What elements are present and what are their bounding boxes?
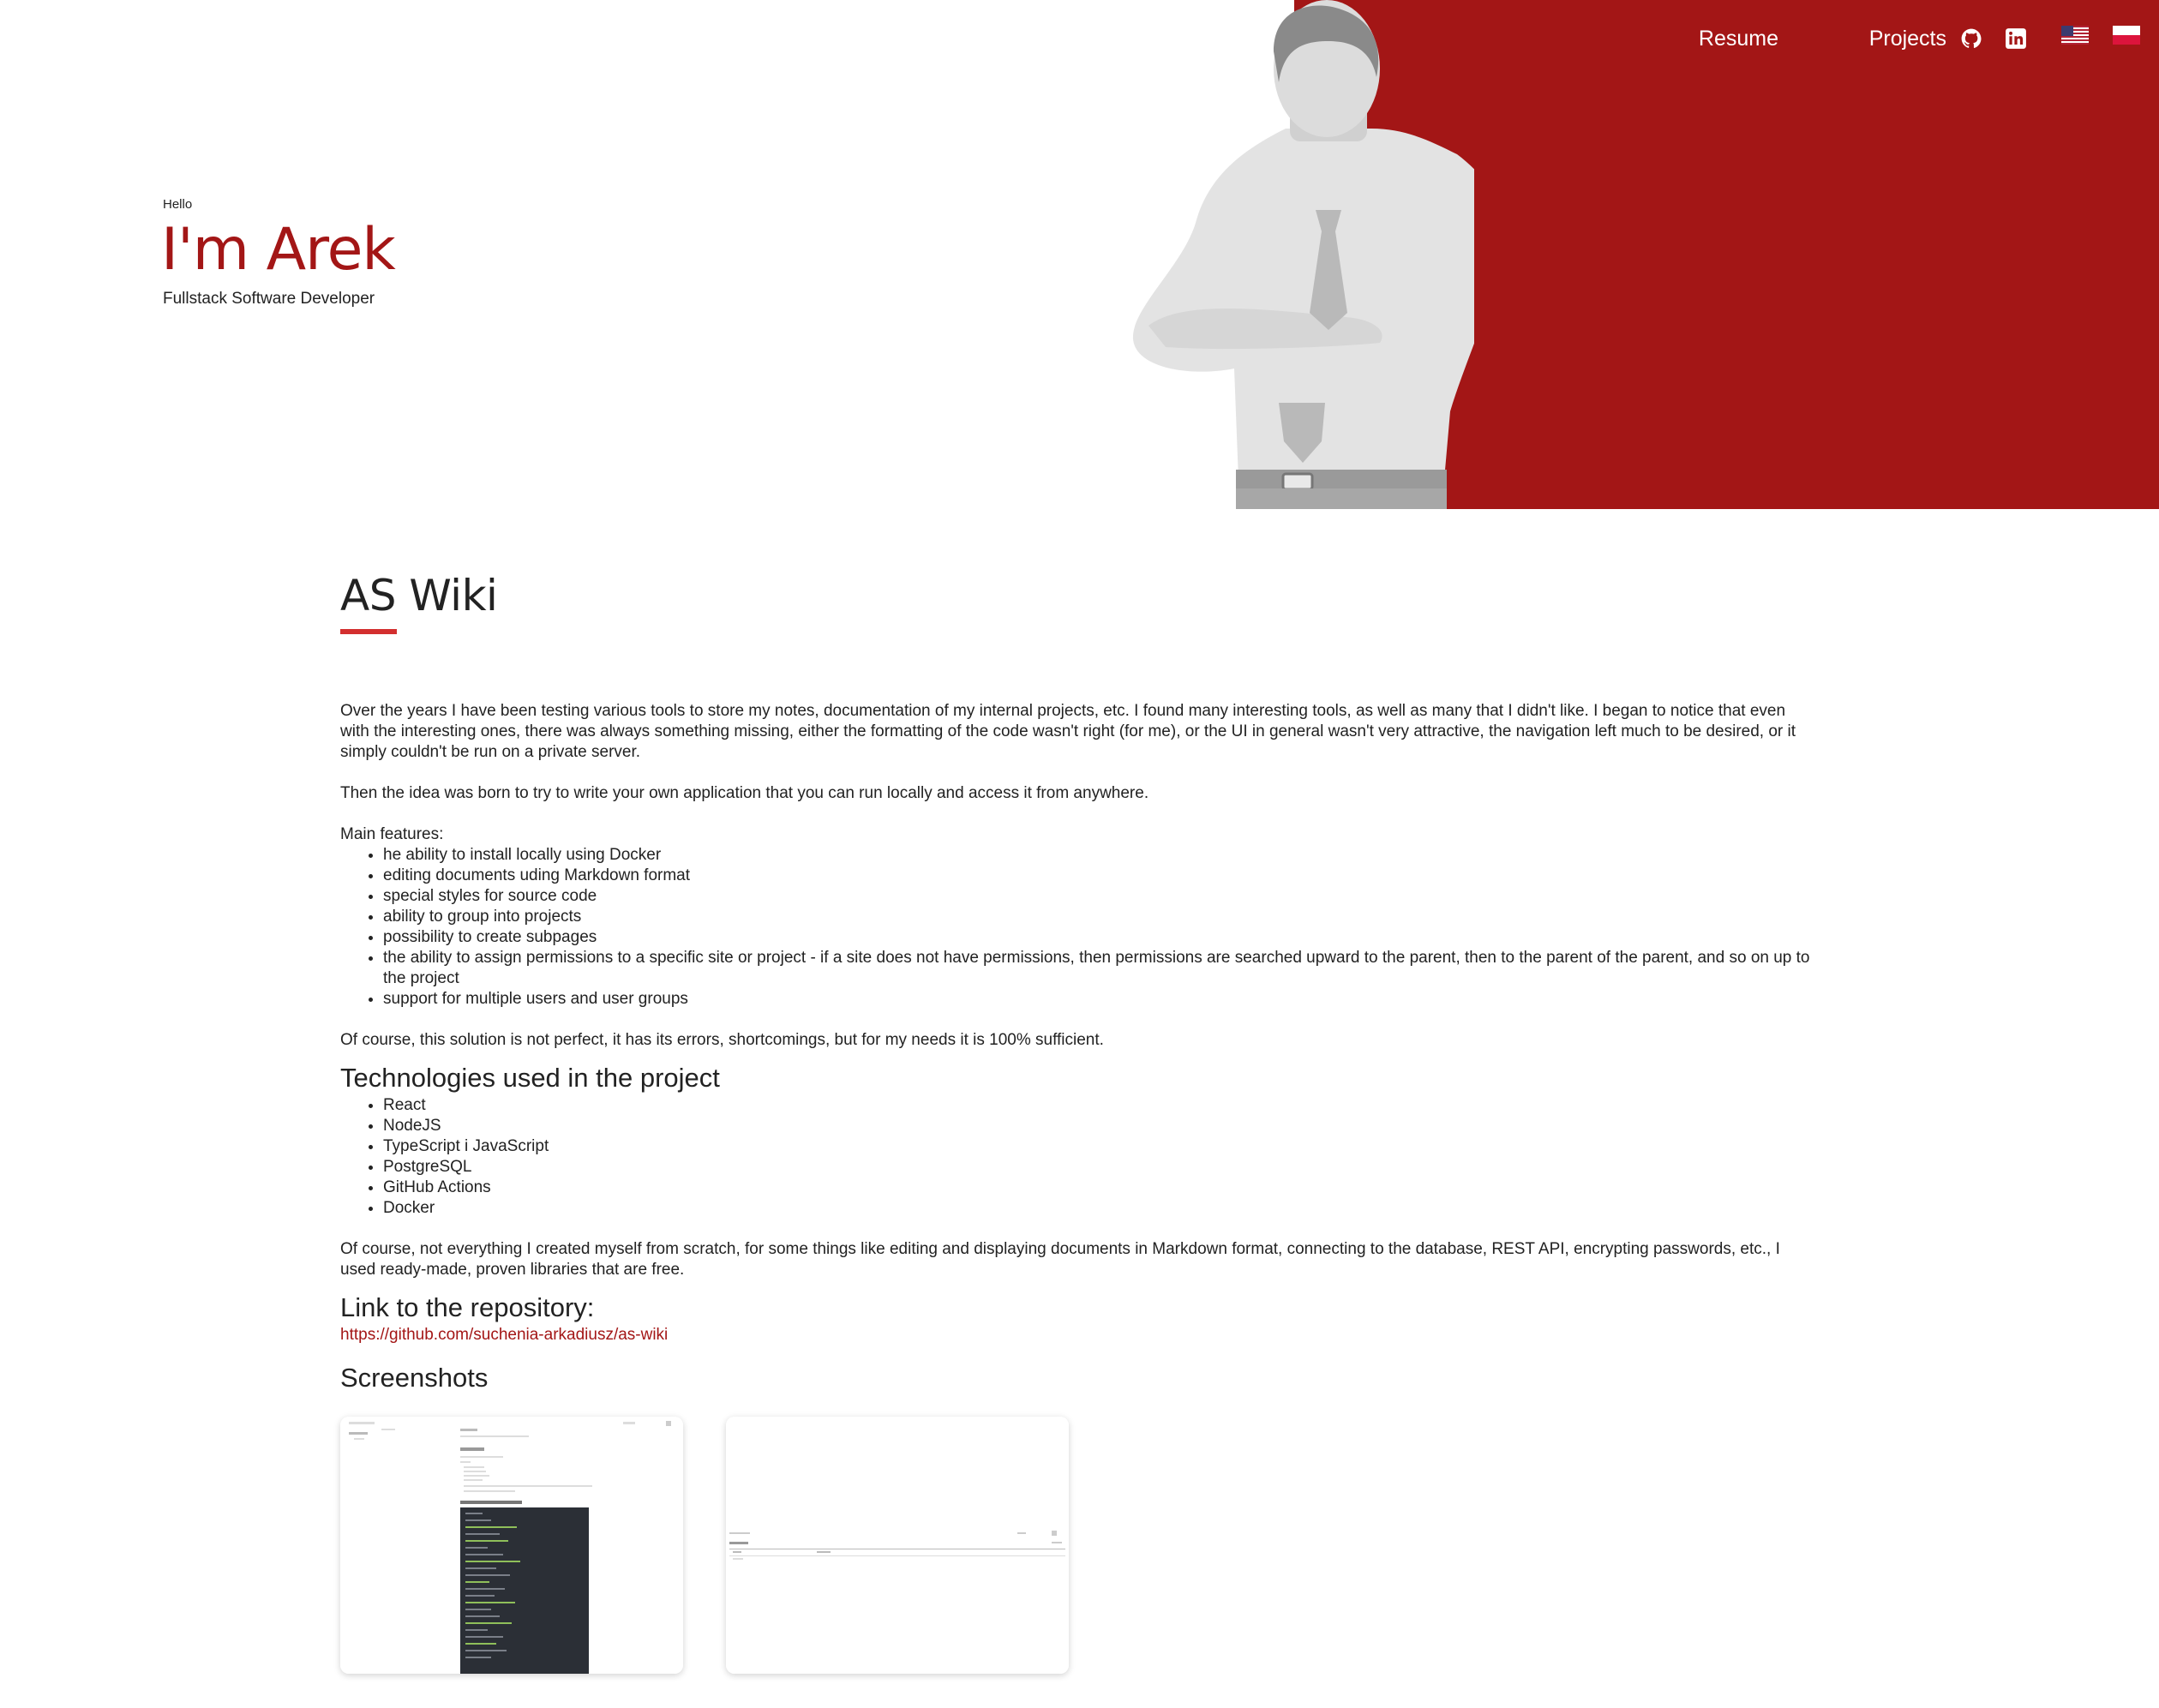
list-item: the ability to assign permissions to a s… [383,948,1814,989]
pl-flag-icon[interactable] [2113,26,2140,45]
repository-link[interactable]: https://github.com/suchenia-arkadiusz/as… [340,1326,668,1344]
developer-illustration [1132,0,1474,509]
hero-greeting: Hello [163,197,193,212]
technologies-list: React NodeJS TypeScript i JavaScript Pos… [340,1095,1814,1219]
nav-projects-link[interactable]: Projects [1869,24,1946,53]
project-title: AS Wiki [340,571,498,620]
github-icon[interactable] [1960,27,1982,50]
screenshot-projects-list[interactable] [726,1417,1069,1674]
intro-paragraph-1: Over the years I have been testing vario… [340,702,1796,761]
intro-paragraph-2: Then the idea was born to try to write y… [340,784,1149,802]
nav-resume-link[interactable]: Resume [1699,24,1778,53]
libraries-paragraph: Of course, not everything I created myse… [340,1240,1780,1279]
hero-name: I'm Arek [161,216,396,284]
list-item: GitHub Actions [383,1178,1814,1198]
screenshots-heading: Screenshots [340,1363,489,1393]
list-item: special styles for source code [383,886,1814,907]
project-content: AS Wiki Over the years I have been testi… [340,566,1814,1395]
features-label: Main features: [340,825,444,843]
list-item: possibility to create subpages [383,927,1814,948]
list-item: NodeJS [383,1116,1814,1136]
screenshot-document-view[interactable] [340,1417,683,1674]
hero-role: Fullstack Software Developer [163,290,375,308]
list-item: editing documents uding Markdown format [383,866,1814,886]
list-item: PostgreSQL [383,1157,1814,1178]
conclusion-paragraph: Of course, this solution is not perfect,… [340,1031,1104,1049]
list-item: React [383,1095,1814,1116]
list-item: Docker [383,1198,1814,1219]
technologies-heading: Technologies used in the project [340,1063,720,1093]
title-underline [340,629,397,634]
list-item: he ability to install locally using Dock… [383,845,1814,866]
features-list: he ability to install locally using Dock… [340,845,1814,1010]
screenshots-gallery [340,1417,1077,1675]
list-item: ability to group into projects [383,907,1814,927]
list-item: TypeScript i JavaScript [383,1136,1814,1157]
hero-section: Resume Projects Hello I'm Arek Fullstack… [0,0,2159,509]
list-item: support for multiple users and user grou… [383,989,1814,1010]
repository-heading: Link to the repository: [340,1292,595,1322]
linkedin-icon[interactable] [2005,27,2027,50]
us-flag-icon[interactable] [2061,26,2089,45]
